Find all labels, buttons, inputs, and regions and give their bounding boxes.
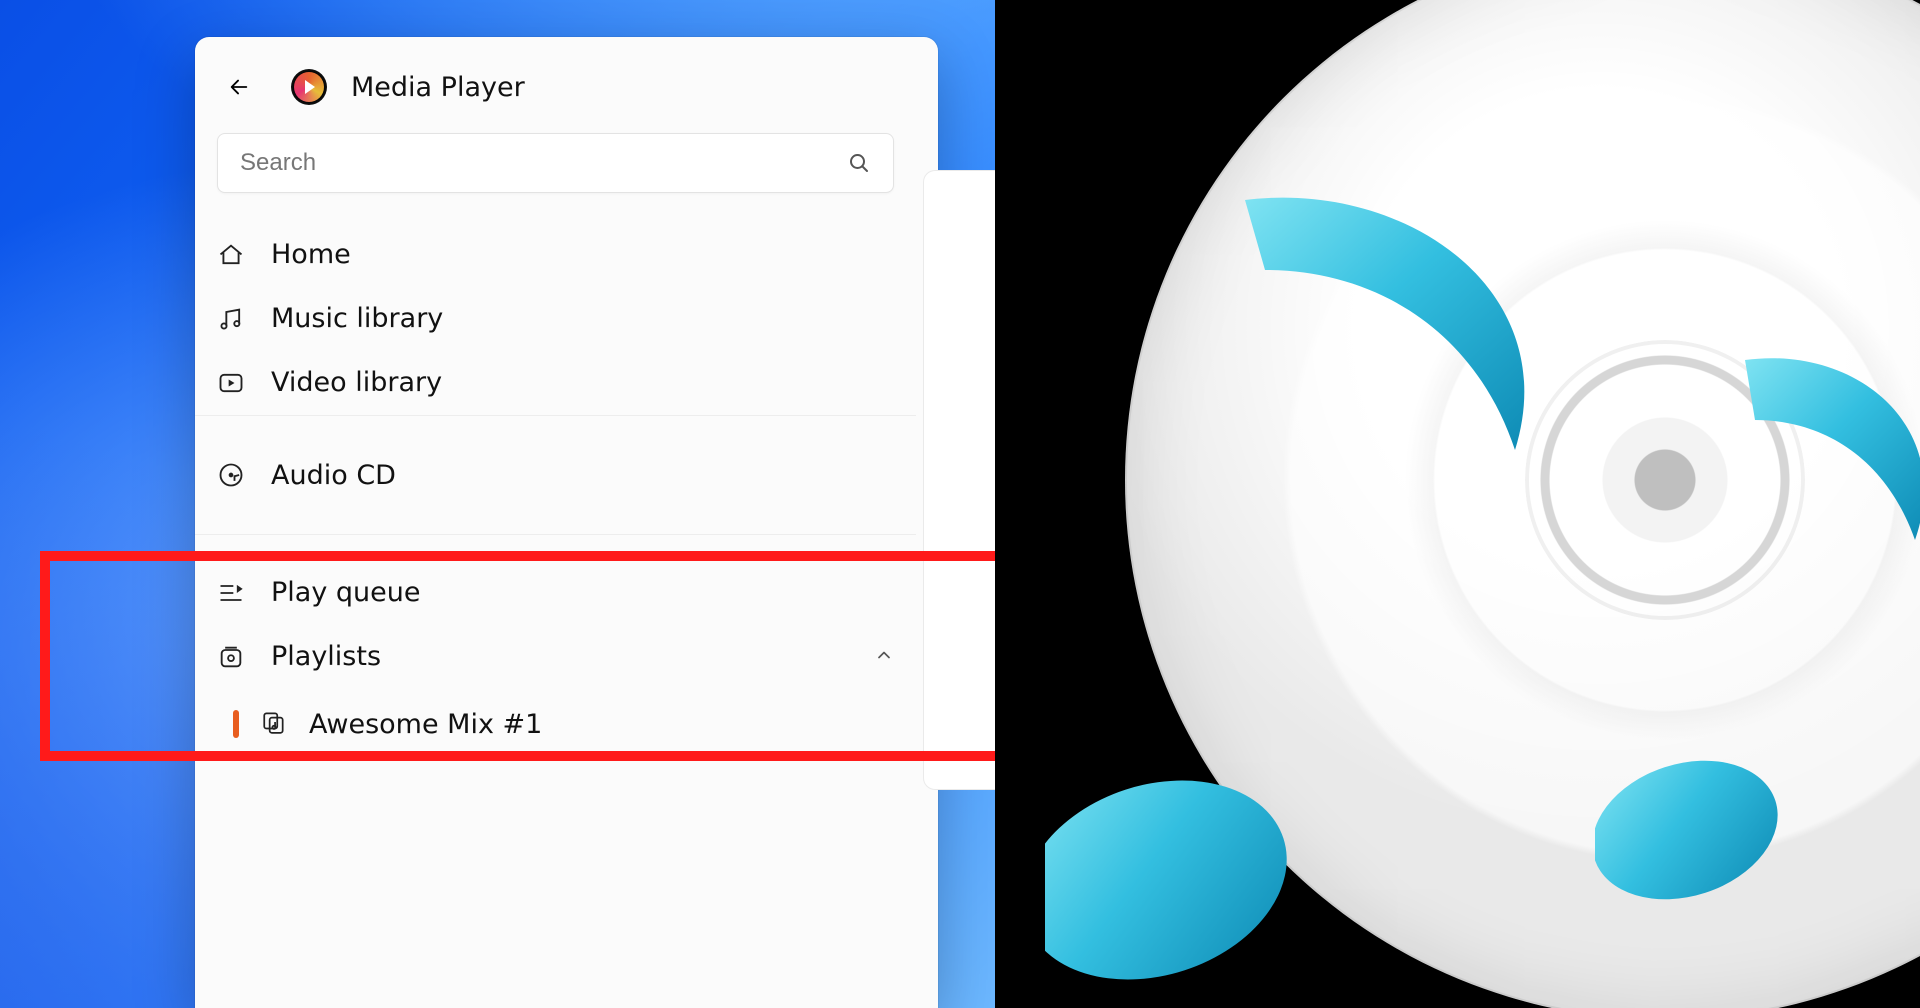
spacer (195, 535, 916, 561)
cd-icon (217, 461, 245, 489)
play-queue-icon (217, 579, 245, 607)
playlist-icon (261, 709, 287, 739)
selection-indicator (233, 710, 239, 738)
app-logo-icon (291, 69, 327, 105)
chevron-up-icon (874, 645, 894, 669)
playlist-item-label: Awesome Mix #1 (309, 709, 542, 740)
nav-item-label: Play queue (271, 577, 894, 608)
search-icon (847, 151, 871, 175)
back-button[interactable] (217, 65, 261, 109)
nav-menu: Home Music library Video library (195, 223, 916, 759)
music-note-large-icon (1045, 120, 1605, 1000)
playlists-icon (217, 643, 245, 671)
nav-item-playlists[interactable]: Playlists (195, 625, 916, 689)
app-title: Media Player (351, 72, 525, 103)
left-panel: Media Player Home (0, 0, 995, 1008)
content-sliver (923, 170, 995, 790)
video-icon (217, 369, 245, 397)
search-field[interactable] (217, 133, 894, 193)
search-wrap (195, 123, 916, 223)
playlist-item[interactable]: Awesome Mix #1 (195, 689, 916, 759)
nav-item-label: Playlists (271, 641, 848, 672)
media-player-sidebar: Media Player Home (195, 37, 938, 1008)
search-input[interactable] (240, 149, 847, 177)
right-panel (995, 0, 1920, 1008)
sidebar-header: Media Player (195, 51, 916, 123)
music-note-small-icon (1595, 330, 1920, 920)
home-icon (217, 241, 245, 269)
nav-item-music-library[interactable]: Music library (195, 287, 916, 351)
nav-item-label: Audio CD (271, 460, 396, 491)
nav-item-home[interactable]: Home (195, 223, 916, 287)
nav-item-play-queue[interactable]: Play queue (195, 561, 916, 625)
nav-item-audio-cd[interactable]: Audio CD (195, 415, 916, 535)
nav-item-label: Video library (271, 367, 894, 398)
nav-item-label: Home (271, 239, 894, 270)
arrow-left-icon (228, 76, 250, 98)
nav-item-video-library[interactable]: Video library (195, 351, 916, 415)
nav-item-label: Music library (271, 303, 894, 334)
music-note-icon (217, 305, 245, 333)
